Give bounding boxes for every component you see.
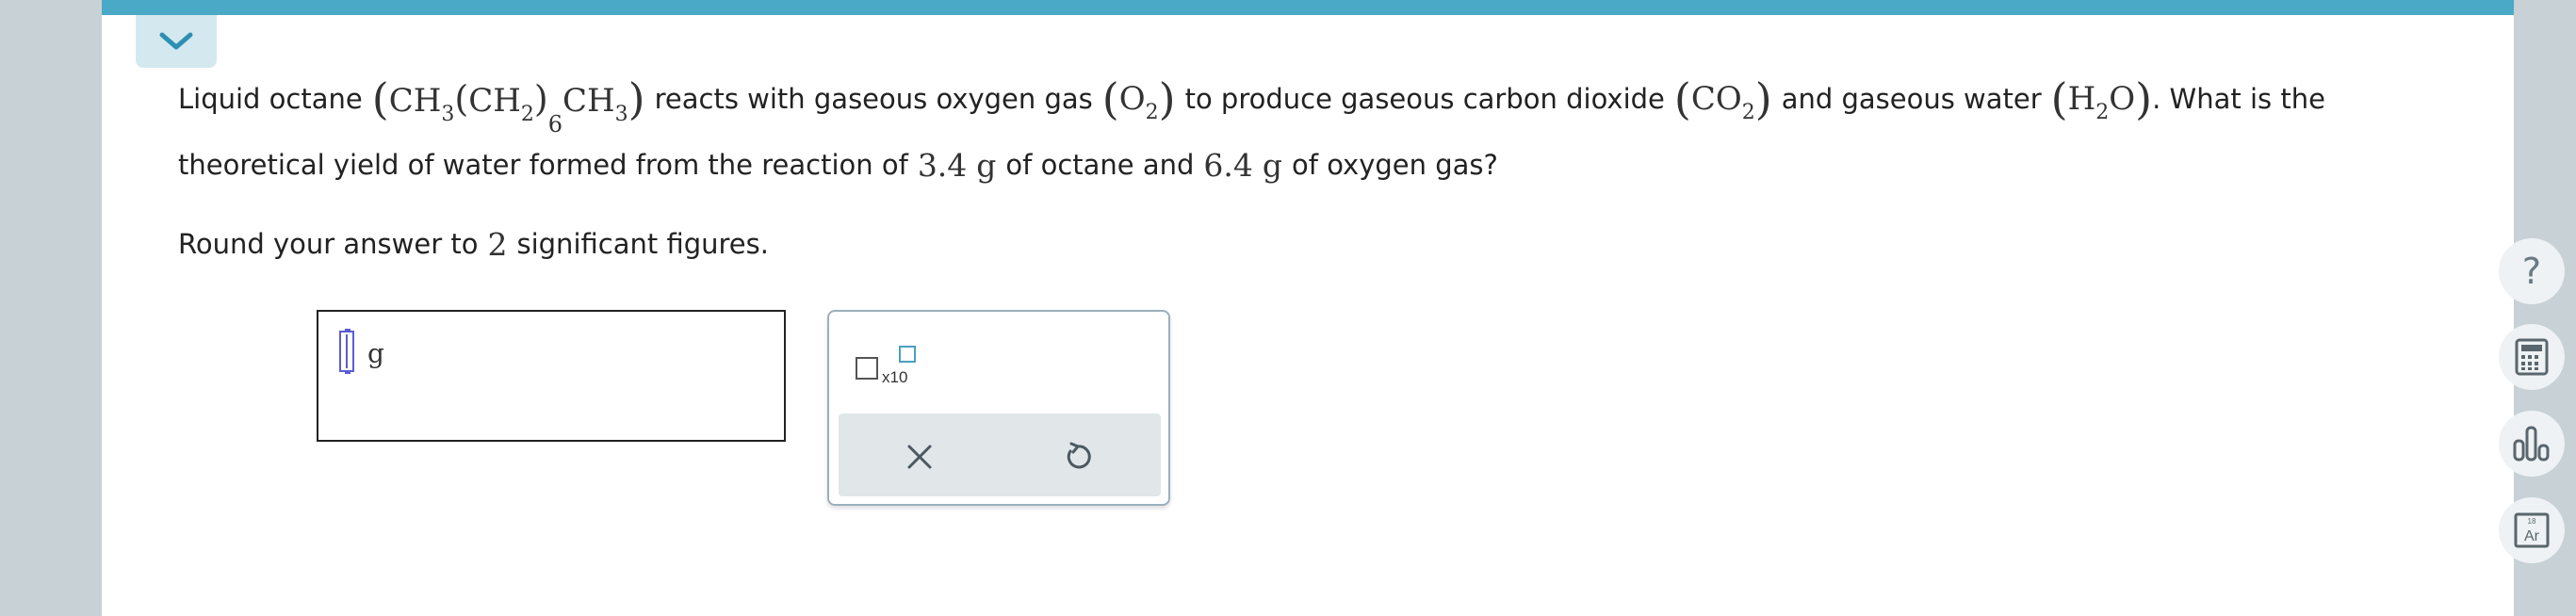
question-mark-icon: ?: [2521, 251, 2542, 292]
answer-unit: g: [367, 338, 384, 369]
question-text-8: of oxygen gas?: [1292, 149, 1498, 181]
times-ten-label: x10: [882, 368, 908, 386]
periodic-table-icon: 18 Ar: [2514, 512, 2550, 548]
base-box-icon: [856, 357, 878, 380]
bar-chart-icon: [2513, 426, 2550, 462]
question-text: Liquid octane (CH3(CH2)6CH3) reacts with…: [178, 66, 2325, 275]
collapse-question-button[interactable]: [136, 15, 217, 68]
answer-input[interactable]: g: [317, 310, 786, 442]
oxygen-mass: 6.4: [1203, 146, 1253, 184]
chevron-down-icon: [159, 32, 193, 50]
rounding-instruction-end: significant figures.: [516, 228, 769, 260]
octane-formula: CH3(CH2)6CH3: [388, 78, 628, 138]
answer-cursor-slot[interactable]: [339, 329, 354, 374]
oxygen-formula: O2: [1118, 80, 1159, 124]
top-accent-bar: [102, 0, 2514, 15]
oxygen-mass-unit: g: [1262, 146, 1283, 184]
periodic-table-button[interactable]: 18 Ar: [2499, 497, 2565, 563]
question-text-3: to produce gaseous carbon dioxide: [1184, 83, 1665, 115]
question-text-6: theoretical yield of water formed from t…: [178, 149, 908, 181]
question-text-4: and gaseous water: [1781, 83, 2042, 115]
undo-button[interactable]: [1052, 430, 1104, 483]
question-line-3: Round your answer to 2 significant figur…: [178, 213, 2325, 275]
question-text-2: reacts with gaseous oxygen gas: [654, 83, 1093, 115]
water-formula: H2O: [2067, 80, 2136, 124]
question-page: Liquid octane (CH3(CH2)6CH3) reacts with…: [102, 0, 2565, 616]
help-button[interactable]: ?: [2499, 238, 2565, 304]
close-icon: [907, 445, 932, 469]
question-text-5: . What is the: [2152, 83, 2325, 115]
question-intro: Liquid octane: [178, 83, 363, 115]
rounding-instruction: Round your answer to: [178, 228, 479, 260]
scientific-notation-button[interactable]: x10: [856, 340, 927, 393]
question-line-1: Liquid octane (CH3(CH2)6CH3) reacts with…: [178, 73, 2325, 138]
sig-figs-count: 2: [487, 225, 508, 263]
text-cursor: [346, 334, 348, 368]
undo-icon: [1067, 442, 1091, 469]
question-text-7: of octane and: [1005, 149, 1195, 181]
tools-action-bar: [839, 413, 1161, 496]
calculator-button[interactable]: [2499, 324, 2565, 390]
svg-text:Ar: Ar: [2524, 528, 2540, 544]
clear-button[interactable]: [893, 430, 946, 483]
carbon-dioxide-formula: CO2: [1690, 80, 1755, 124]
exponent-box-icon: [899, 346, 916, 363]
octane-mass-unit: g: [976, 146, 997, 184]
calculator-icon: [2515, 338, 2549, 376]
question-line-2: theoretical yield of water formed from t…: [178, 134, 2325, 196]
octane-mass: 3.4: [917, 146, 968, 184]
math-tools-panel: x10: [827, 310, 1170, 506]
close-paren: ): [628, 73, 645, 124]
open-paren: (: [371, 73, 389, 124]
data-chart-button[interactable]: [2499, 411, 2565, 477]
svg-text:18: 18: [2528, 517, 2536, 526]
